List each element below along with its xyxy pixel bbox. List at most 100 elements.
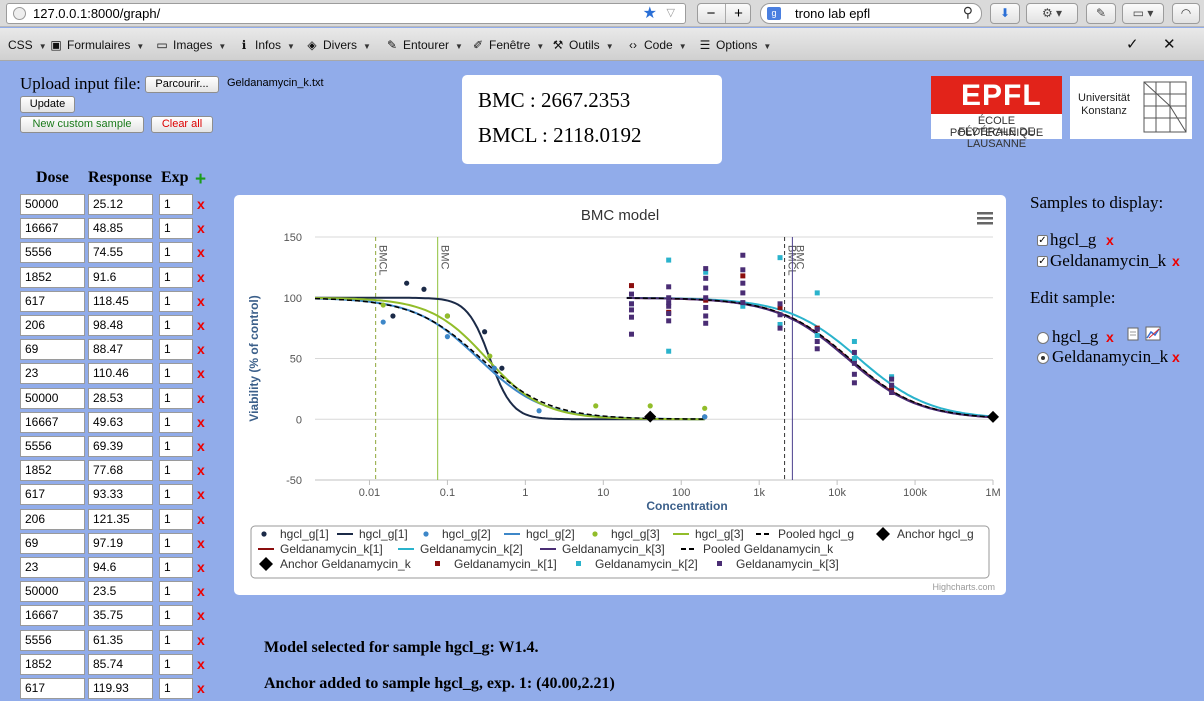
- toolbar-css-menu[interactable]: CSS ▼: [8, 38, 47, 52]
- toolbar-code-menu[interactable]: ‹› Code ▼: [626, 38, 687, 52]
- exp-input[interactable]: 1: [159, 242, 193, 264]
- response-input[interactable]: 121.35: [88, 508, 153, 530]
- delete-row-button[interactable]: x: [197, 390, 205, 406]
- toolbar-images-menu[interactable]: ▭ Images ▼: [155, 38, 226, 52]
- dose-input[interactable]: 617: [20, 678, 85, 699]
- delete-row-button[interactable]: x: [197, 535, 205, 551]
- addon-button[interactable]: ⚙ ▾: [1026, 3, 1078, 24]
- dose-input[interactable]: 617: [20, 290, 85, 312]
- zoom-in-button[interactable]: +: [725, 4, 751, 23]
- broom-icon[interactable]: ✎: [1086, 3, 1116, 24]
- response-input[interactable]: 98.48: [88, 315, 153, 336]
- delete-row-button[interactable]: x: [197, 559, 205, 575]
- dose-input[interactable]: 16667: [20, 218, 85, 240]
- remove-sample-geldanamycin-k-button[interactable]: x: [1172, 253, 1180, 269]
- url-dropdown-icon[interactable]: ▽: [667, 4, 675, 23]
- response-input[interactable]: 74.55: [88, 242, 153, 264]
- dose-input[interactable]: 50000: [20, 387, 85, 409]
- clear-all-button[interactable]: Clear all: [151, 116, 213, 133]
- exp-input[interactable]: 1: [159, 678, 193, 699]
- response-input[interactable]: 23.5: [88, 581, 153, 603]
- edit-remove-hgcl-g-button[interactable]: x: [1106, 329, 1114, 345]
- toolbar-entourer-menu[interactable]: ✎ Entourer ▼: [385, 38, 463, 52]
- document-icon[interactable]: [1127, 327, 1139, 341]
- download-icon[interactable]: ⬇: [990, 3, 1020, 24]
- edit-radio-hgcl-g[interactable]: [1037, 332, 1049, 344]
- delete-row-button[interactable]: x: [197, 365, 205, 381]
- chart-icon[interactable]: [1145, 326, 1161, 341]
- exp-input[interactable]: 1: [159, 218, 193, 240]
- edit-remove-geldanamycin-k-button[interactable]: x: [1172, 349, 1180, 365]
- response-input[interactable]: 91.6: [88, 266, 153, 288]
- remove-sample-hgcl-g-button[interactable]: x: [1106, 232, 1114, 248]
- dose-input[interactable]: 206: [20, 508, 85, 530]
- dose-input[interactable]: 69: [20, 532, 85, 554]
- response-input[interactable]: 25.12: [88, 194, 153, 215]
- toolbar-infos-menu[interactable]: ℹ Infos ▼: [237, 38, 295, 52]
- exp-input[interactable]: 1: [159, 339, 193, 361]
- delete-row-button[interactable]: x: [197, 680, 205, 696]
- new-custom-sample-button[interactable]: New custom sample: [20, 116, 144, 133]
- browse-button[interactable]: Parcourir...: [145, 76, 219, 93]
- dose-input[interactable]: 617: [20, 484, 85, 506]
- dose-input[interactable]: 206: [20, 315, 85, 336]
- response-input[interactable]: 69.39: [88, 436, 153, 457]
- exp-input[interactable]: 1: [159, 484, 193, 506]
- search-icon[interactable]: ⚲: [963, 3, 973, 22]
- exp-input[interactable]: 1: [159, 508, 193, 530]
- response-input[interactable]: 28.53: [88, 387, 153, 409]
- dose-input[interactable]: 1852: [20, 266, 85, 288]
- response-input[interactable]: 97.19: [88, 532, 153, 554]
- dose-input[interactable]: 16667: [20, 411, 85, 433]
- toolbar-formulaires-menu[interactable]: ▣ Formulaires ▼: [49, 38, 144, 52]
- dose-input[interactable]: 5556: [20, 242, 85, 264]
- dose-input[interactable]: 1852: [20, 460, 85, 482]
- dose-input[interactable]: 50000: [20, 194, 85, 215]
- exp-input[interactable]: 1: [159, 290, 193, 312]
- exp-input[interactable]: 1: [159, 605, 193, 627]
- response-input[interactable]: 88.47: [88, 339, 153, 361]
- dose-input[interactable]: 16667: [20, 605, 85, 627]
- response-input[interactable]: 119.93: [88, 678, 153, 699]
- delete-row-button[interactable]: x: [197, 486, 205, 502]
- exp-input[interactable]: 1: [159, 194, 193, 215]
- delete-row-button[interactable]: x: [197, 583, 205, 599]
- response-input[interactable]: 77.68: [88, 460, 153, 482]
- exp-input[interactable]: 1: [159, 653, 193, 675]
- url-field[interactable]: 127.0.0.1:8000/graph/ ★ ▽: [6, 3, 686, 24]
- delete-row-button[interactable]: x: [197, 244, 205, 260]
- dose-input[interactable]: 23: [20, 557, 85, 578]
- add-row-icon[interactable]: +: [195, 169, 206, 191]
- response-input[interactable]: 93.33: [88, 484, 153, 506]
- display-checkbox-geldanamycin-k[interactable]: ✓: [1037, 256, 1048, 267]
- response-input[interactable]: 49.63: [88, 411, 153, 433]
- check-icon[interactable]: ✓: [1126, 35, 1139, 53]
- delete-row-button[interactable]: x: [197, 341, 205, 357]
- exp-input[interactable]: 1: [159, 411, 193, 433]
- toolbar-options-menu[interactable]: ☰ Options ▼: [698, 38, 772, 52]
- exp-input[interactable]: 1: [159, 315, 193, 336]
- delete-row-button[interactable]: x: [197, 632, 205, 648]
- dose-input[interactable]: 23: [20, 363, 85, 385]
- exp-input[interactable]: 1: [159, 266, 193, 288]
- toolbar-outils-menu[interactable]: ⚒ Outils ▼: [551, 38, 614, 52]
- exp-input[interactable]: 1: [159, 436, 193, 457]
- update-button[interactable]: Update: [20, 96, 75, 113]
- exp-input[interactable]: 1: [159, 629, 193, 651]
- dose-input[interactable]: 5556: [20, 436, 85, 457]
- exp-input[interactable]: 1: [159, 581, 193, 603]
- response-input[interactable]: 85.74: [88, 653, 153, 675]
- rainbow-icon[interactable]: ◠: [1172, 3, 1200, 24]
- exp-input[interactable]: 1: [159, 387, 193, 409]
- exp-input[interactable]: 1: [159, 557, 193, 578]
- folder-icon[interactable]: ▭ ▾: [1122, 3, 1164, 24]
- delete-row-button[interactable]: x: [197, 196, 205, 212]
- response-input[interactable]: 118.45: [88, 290, 153, 312]
- delete-row-button[interactable]: x: [197, 438, 205, 454]
- exp-input[interactable]: 1: [159, 532, 193, 554]
- bookmark-star-icon[interactable]: ★: [643, 4, 657, 23]
- response-input[interactable]: 48.85: [88, 218, 153, 240]
- close-icon[interactable]: ✕: [1163, 35, 1176, 53]
- response-input[interactable]: 35.75: [88, 605, 153, 627]
- response-input[interactable]: 61.35: [88, 629, 153, 651]
